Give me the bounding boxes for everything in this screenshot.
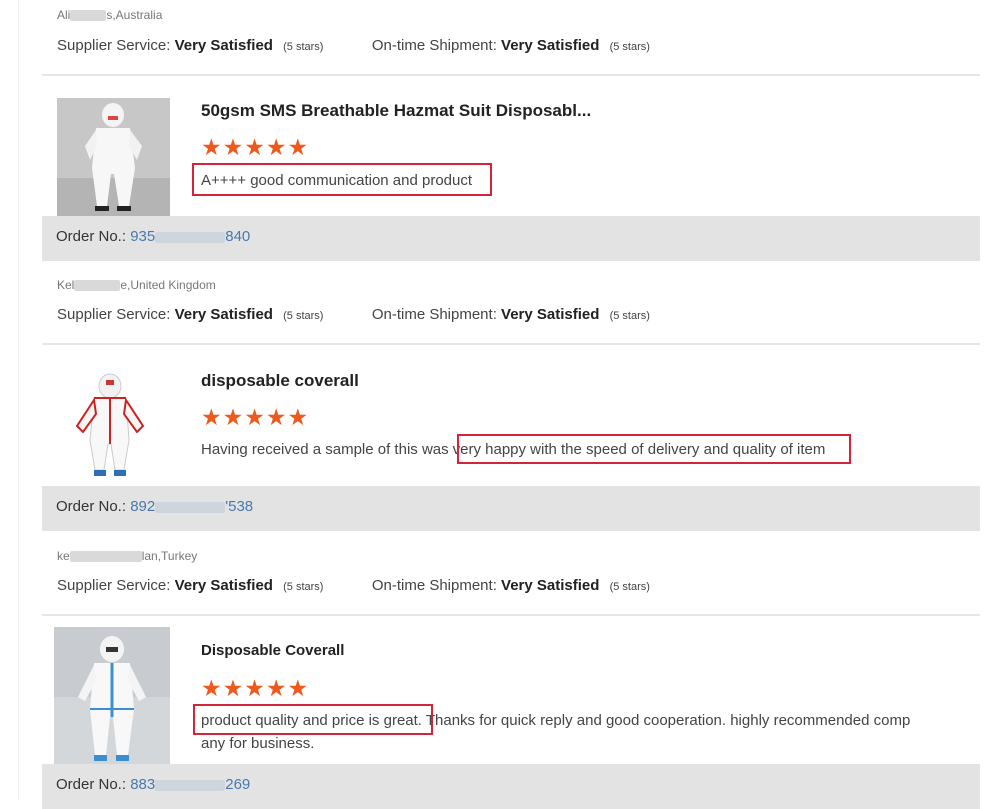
shipment-label: On-time Shipment: [371, 37, 497, 54]
supplier-service-value: Very Satisfied [174, 577, 273, 594]
order-bar: Order No.: 935 840 [42, 216, 980, 261]
buyer-location: Kel e,United Kingdom [57, 278, 216, 292]
supplier-ratings: Supplier Service: Very Satisfied (5 star… [57, 306, 650, 323]
shipment-value: Very Satisfied [501, 306, 600, 323]
product-title[interactable]: disposable coverall [201, 371, 359, 391]
page-left-border [18, 0, 19, 800]
product-thumbnail[interactable] [54, 627, 170, 767]
shipment-stars: (5 stars) [609, 41, 650, 53]
redacted-order [155, 501, 226, 513]
highlight-box [192, 163, 492, 196]
location-suffix: lan,Turkey [141, 549, 198, 563]
order-number[interactable]: 892 '538 [130, 498, 253, 515]
supplier-service-stars: (5 stars) [283, 41, 324, 53]
order-number-prefix: 892 [130, 498, 156, 515]
shipment-stars: (5 stars) [609, 581, 650, 593]
redacted-order [155, 779, 226, 791]
shipment-value: Very Satisfied [501, 37, 600, 54]
supplier-service-label: Supplier Service: [57, 37, 171, 54]
order-number-suffix: '538 [225, 498, 254, 515]
review-divider [42, 74, 980, 76]
location-prefix: Ali [57, 8, 71, 22]
review-text-plain: Having received a sample of this was [201, 441, 449, 458]
supplier-service-stars: (5 stars) [283, 310, 324, 322]
redacted-order [155, 231, 226, 243]
order-bar: Order No.: 883 269 [42, 764, 980, 809]
order-label: Order No.: [56, 498, 127, 515]
product-thumbnail[interactable] [57, 98, 170, 218]
buyer-location: Ali s,Australia [57, 8, 162, 22]
product-title[interactable]: 50gsm SMS Breathable Hazmat Suit Disposa… [201, 101, 591, 121]
location-prefix: Kel [57, 278, 75, 292]
shipment-label: On-time Shipment: [371, 577, 497, 594]
supplier-service-value: Very Satisfied [174, 306, 273, 323]
review-divider [42, 343, 980, 345]
review-divider [42, 614, 980, 616]
supplier-ratings: Supplier Service: Very Satisfied (5 star… [57, 577, 650, 594]
shipment-stars: (5 stars) [609, 310, 650, 322]
product-title[interactable]: Disposable Coverall [201, 642, 344, 659]
location-suffix: e,United Kingdom [120, 278, 216, 292]
order-number-prefix: 883 [130, 776, 156, 793]
shipment-value: Very Satisfied [501, 577, 600, 594]
highlight-box [457, 434, 851, 464]
order-label: Order No.: [56, 776, 127, 793]
redacted-name [70, 10, 107, 22]
order-number-suffix: 269 [225, 776, 251, 793]
order-bar: Order No.: 892 '538 [42, 486, 980, 531]
supplier-service-label: Supplier Service: [57, 306, 171, 323]
location-suffix: s,Australia [106, 8, 163, 22]
review-text-line2: any for business. [201, 735, 315, 752]
order-label: Order No.: [56, 228, 127, 245]
shipment-label: On-time Shipment: [371, 306, 497, 323]
product-thumbnail[interactable] [57, 366, 170, 484]
order-number-suffix: 840 [225, 228, 251, 245]
order-number[interactable]: 935 840 [130, 228, 250, 245]
highlight-box [193, 704, 433, 735]
redacted-name [74, 280, 121, 292]
supplier-service-value: Very Satisfied [174, 37, 273, 54]
rating-stars: ★★★★★ [201, 675, 310, 701]
supplier-ratings: Supplier Service: Very Satisfied (5 star… [57, 37, 650, 54]
review-text-rest: Thanks for quick reply and good cooperat… [421, 712, 911, 729]
redacted-name [69, 551, 142, 563]
supplier-service-label: Supplier Service: [57, 577, 171, 594]
supplier-service-stars: (5 stars) [283, 581, 324, 593]
rating-stars: ★★★★★ [201, 134, 310, 160]
location-prefix: ke [57, 549, 70, 563]
rating-stars: ★★★★★ [201, 404, 310, 430]
order-number[interactable]: 883 269 [130, 776, 250, 793]
order-number-prefix: 935 [130, 228, 156, 245]
buyer-location: ke lan,Turkey [57, 549, 197, 563]
